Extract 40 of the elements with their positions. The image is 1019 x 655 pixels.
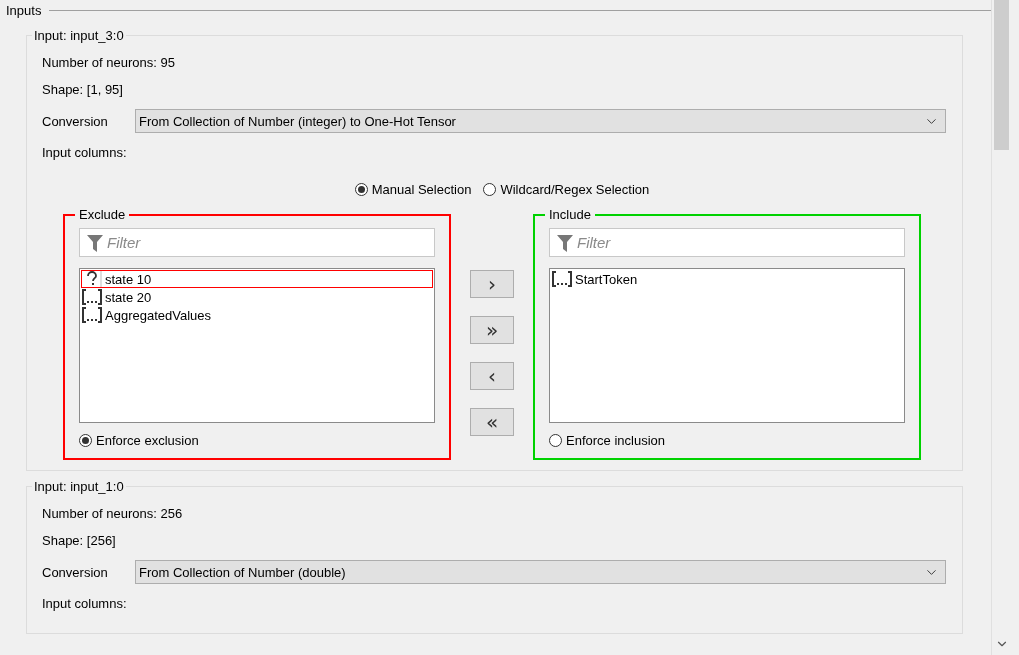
column-name: state 20: [105, 289, 152, 305]
section-title: Input: input_1:0: [33, 479, 125, 494]
collection-bracket-icon: [552, 271, 572, 287]
conversion-label: Conversion: [42, 113, 109, 129]
vertical-scrollbar[interactable]: [991, 0, 1011, 655]
scrollbar-thumb[interactable]: [994, 0, 1009, 150]
panel-title: Inputs: [6, 2, 42, 18]
radio-label: Enforce exclusion: [96, 433, 199, 448]
shape-label: Shape: [256]: [42, 533, 117, 548]
column-name: StartToken: [575, 271, 638, 287]
input-columns-label: Input columns:: [42, 145, 128, 160]
input-columns-label: Input columns:: [42, 596, 128, 611]
filter-icon: [86, 232, 104, 253]
column-name: state 10: [105, 271, 152, 287]
neuron-count: Number of neurons: 256: [42, 506, 184, 521]
group-title: Exclude: [78, 207, 127, 222]
section-title: Input: input_3:0: [33, 28, 125, 43]
shape-label: Shape: [1, 95]: [42, 82, 124, 97]
column-list-item[interactable]: state 20: [81, 288, 433, 306]
enforce-radio[interactable]: Enforce exclusion: [79, 433, 435, 448]
conversion-dropdown[interactable]: From Collection of Number (integer) to One-Hot Tensor: [135, 109, 946, 133]
filter-placeholder: Filter: [577, 234, 611, 251]
move-button[interactable]: «: [470, 408, 514, 436]
group-title: Include: [548, 207, 592, 222]
radio-label: Enforce inclusion: [566, 433, 665, 448]
move-button[interactable]: »: [470, 316, 514, 344]
move-button[interactable]: ›: [470, 270, 514, 298]
conversion-label: Conversion: [42, 564, 109, 580]
filter-placeholder: Filter: [107, 234, 141, 251]
filter-icon: [556, 232, 574, 253]
column-list-item[interactable]: AggregatedValues: [81, 306, 433, 324]
enforce-radio[interactable]: Enforce inclusion: [549, 433, 905, 448]
column-list-item[interactable]: state 10: [81, 270, 433, 288]
column-list-item[interactable]: StartToken: [551, 270, 903, 288]
collection-bracket-icon: [82, 307, 102, 323]
move-button[interactable]: ‹: [470, 362, 514, 390]
conversion-dropdown[interactable]: From Collection of Number (double): [135, 560, 946, 584]
neuron-count: Number of neurons: 95: [42, 55, 176, 70]
collection-bracket-icon: [82, 289, 102, 305]
column-name: AggregatedValues: [105, 307, 211, 323]
